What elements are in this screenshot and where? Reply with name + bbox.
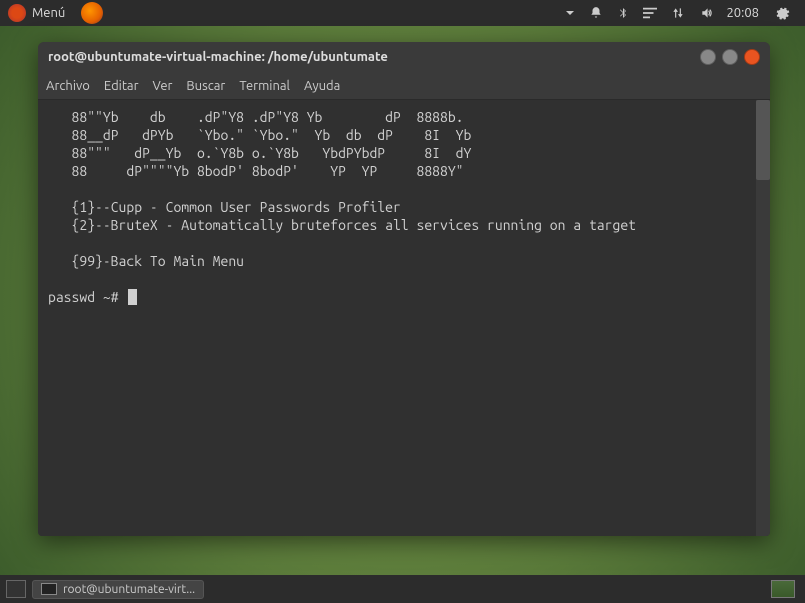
bell-icon[interactable] bbox=[589, 6, 603, 20]
ascii-art-line: 88""" dP__Yb o.`Y8b o.`Y8b YbdPYbdP 8I d… bbox=[48, 145, 471, 161]
network-icon[interactable] bbox=[671, 6, 685, 20]
window-title: root@ubuntumate-virtual-machine: /home/u… bbox=[48, 50, 694, 64]
terminal-icon bbox=[41, 583, 57, 595]
clock[interactable]: 20:08 bbox=[726, 6, 759, 20]
show-desktop-button[interactable] bbox=[6, 580, 26, 598]
terminal-content[interactable]: 88""Yb db .dP"Y8 .dP"Y8 Yb dP 8888b. 88_… bbox=[38, 100, 756, 536]
menu-button[interactable]: Menú bbox=[32, 6, 65, 20]
scrollbar-thumb[interactable] bbox=[756, 100, 770, 180]
volume-icon[interactable] bbox=[699, 6, 715, 20]
menu-option-2: {2}--BruteX - Automatically bruteforces … bbox=[48, 217, 636, 233]
close-button[interactable] bbox=[744, 49, 760, 65]
minimize-button[interactable] bbox=[700, 49, 716, 65]
firefox-icon[interactable] bbox=[81, 2, 103, 24]
menu-option-99: {99}-Back To Main Menu bbox=[48, 253, 244, 269]
menu-buscar[interactable]: Buscar bbox=[186, 79, 225, 93]
maximize-button[interactable] bbox=[722, 49, 738, 65]
menu-editar[interactable]: Editar bbox=[104, 79, 139, 93]
ascii-art-line: 88 dP""""Yb 8bodP' 8bodP' YP YP 8888Y" bbox=[48, 163, 464, 179]
menu-option-1: {1}--Cupp - Common User Passwords Profil… bbox=[48, 199, 401, 215]
taskbar-item-label: root@ubuntumate-virt... bbox=[63, 583, 195, 596]
terminal-window: root@ubuntumate-virtual-machine: /home/u… bbox=[38, 42, 770, 536]
dropdown-icon[interactable] bbox=[565, 8, 575, 18]
bluetooth-icon[interactable] bbox=[617, 6, 629, 20]
cursor-icon bbox=[128, 289, 137, 305]
prompt: passwd ~# bbox=[48, 289, 126, 305]
taskbar-item-terminal[interactable]: root@ubuntumate-virt... bbox=[32, 580, 204, 599]
ascii-art-line: 88__dP dPYb `Ybo." `Ybo." Yb db dP 8I Yb bbox=[48, 127, 471, 143]
menu-terminal[interactable]: Terminal bbox=[239, 79, 290, 93]
scrollbar[interactable] bbox=[756, 100, 770, 536]
indicator-icon[interactable] bbox=[643, 7, 657, 19]
bottom-panel: root@ubuntumate-virt... bbox=[0, 575, 805, 603]
terminal-body: 88""Yb db .dP"Y8 .dP"Y8 Yb dP 8888b. 88_… bbox=[38, 100, 770, 536]
menubar: Archivo Editar Ver Buscar Terminal Ayuda bbox=[38, 72, 770, 100]
workspace-switcher[interactable] bbox=[771, 580, 795, 598]
ubuntu-logo-icon[interactable] bbox=[8, 4, 26, 22]
ascii-art-line: 88""Yb db .dP"Y8 .dP"Y8 Yb dP 8888b. bbox=[48, 109, 464, 125]
menu-ayuda[interactable]: Ayuda bbox=[304, 79, 340, 93]
menu-ver[interactable]: Ver bbox=[153, 79, 173, 93]
titlebar[interactable]: root@ubuntumate-virtual-machine: /home/u… bbox=[38, 42, 770, 72]
top-panel: Menú 20:08 bbox=[0, 0, 805, 26]
gear-icon[interactable] bbox=[774, 5, 790, 21]
menu-archivo[interactable]: Archivo bbox=[46, 79, 90, 93]
